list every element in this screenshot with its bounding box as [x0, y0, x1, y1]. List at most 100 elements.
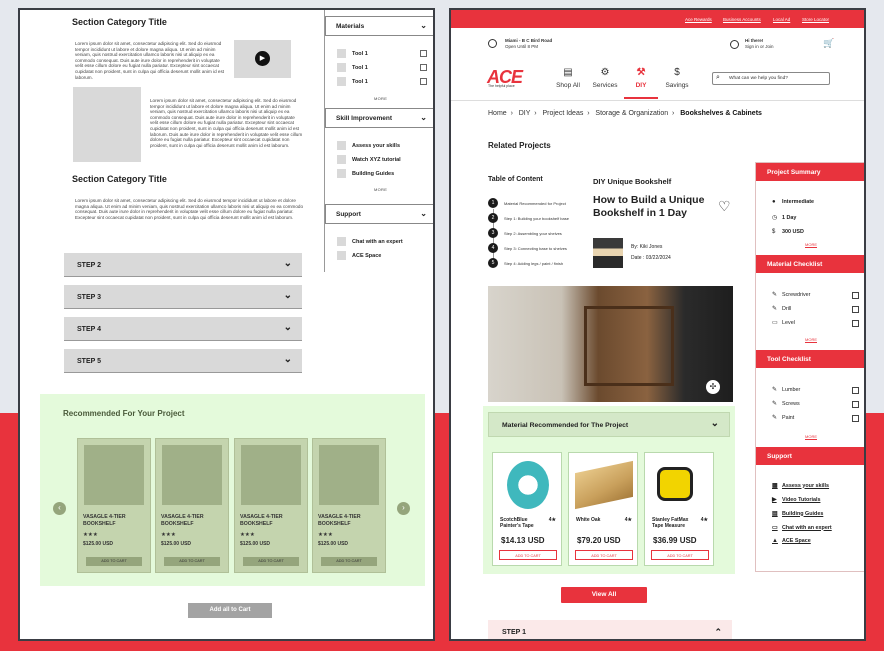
skill-header[interactable]: Skill Improvement ⌄ [325, 108, 433, 128]
chevron-right-icon[interactable]: › [397, 502, 410, 515]
search-input[interactable]: What can we help you find? [712, 72, 830, 85]
tool-checkbox[interactable] [420, 50, 427, 57]
step-1-accordion[interactable]: STEP 1 ⌃ [488, 620, 732, 639]
material-checkbox[interactable] [852, 292, 859, 299]
chevron-down-icon: ⌄ [420, 209, 427, 218]
material-card[interactable]: White Oak 4★ $79.20 USD ADD TO CART [568, 452, 638, 566]
cart-icon[interactable]: 🛒 [823, 38, 834, 49]
nav-diy[interactable]: ⚒ DIY [621, 67, 661, 89]
step-accordion[interactable]: STEP 3 ⌄ [64, 285, 302, 309]
search-icon: ⌕ [716, 74, 720, 81]
sign-in-link[interactable]: Sign in or Join [745, 44, 774, 49]
toc-item[interactable]: 4 Step 3: Connecting base to shelves [488, 243, 567, 253]
product-card[interactable]: VASAGLE 4-TIER BOOKSHELF ★★★ $125.00 USD… [155, 438, 229, 573]
add-to-cart-button[interactable]: ADD TO CART [499, 550, 557, 560]
product-image [241, 445, 301, 505]
related-projects-title[interactable]: Related Projects [488, 141, 551, 150]
support-link[interactable]: ▲ ACE Space [772, 538, 811, 544]
top-link[interactable]: Ace Rewards [685, 17, 712, 22]
play-icon[interactable]: ▶ [255, 51, 270, 66]
material-rating: 4★ [700, 517, 708, 523]
more-link[interactable]: MORE [374, 187, 387, 192]
add-to-cart-button[interactable]: ADD TO CART [575, 550, 633, 560]
materials-header[interactable]: Materials ⌄ [325, 16, 433, 36]
step-accordion[interactable]: STEP 2 ⌄ [64, 253, 302, 277]
support-item[interactable]: Chat with an expert [337, 237, 403, 246]
more-link[interactable]: MORE [805, 434, 817, 439]
video-icon: ▶ [772, 497, 777, 503]
more-link[interactable]: MORE [805, 337, 817, 342]
tool-label: Paint [782, 414, 795, 421]
tool-label: Screws [782, 400, 800, 407]
toc-number: 1 [488, 198, 498, 208]
chevron-left-icon[interactable]: ‹ [53, 502, 66, 515]
material-card[interactable]: Stanley FatMax Tape Measure 4★ $36.99 US… [644, 452, 714, 566]
tool-item: Tool 1 [337, 63, 368, 72]
breadcrumb-item[interactable]: Storage & Organization [595, 110, 668, 117]
product-card[interactable]: VASAGLE 4-TIER BOOKSHELF ★★★ $125.00 USD… [312, 438, 386, 573]
tool-checkbox[interactable] [852, 415, 859, 422]
tool-checkbox[interactable] [852, 387, 859, 394]
more-link[interactable]: MORE [805, 242, 817, 247]
support-link[interactable]: ▤ Building Guides [772, 510, 823, 518]
product-price: $125.00 USD [83, 541, 114, 547]
add-to-cart-button[interactable]: ADD TO CART [86, 557, 142, 566]
step-accordion[interactable]: STEP 4 ⌄ [64, 317, 302, 341]
wood-image [575, 460, 633, 510]
material-checkbox[interactable] [852, 306, 859, 313]
material-item: ▭ Level [772, 319, 795, 327]
skill-item[interactable]: Building Guides [337, 169, 394, 178]
product-card[interactable]: VASAGLE 4-TIER BOOKSHELF ★★★ $125.00 USD… [77, 438, 151, 573]
add-all-to-cart-button[interactable]: Add all to Cart [188, 603, 272, 618]
toc-item[interactable]: 5 Step 4: Adding legs / paint / finish [488, 258, 563, 268]
ace-page: Ace Rewards Business Accounts Local Ad S… [449, 8, 866, 641]
top-link[interactable]: Local Ad [773, 17, 790, 22]
summary-header: Project Summary [756, 163, 864, 181]
support-header[interactable]: Support ⌄ [325, 204, 433, 224]
heart-icon[interactable]: ♡ [718, 198, 731, 215]
tool-checkbox[interactable] [420, 64, 427, 71]
tool-checkbox[interactable] [420, 78, 427, 85]
nav-savings[interactable]: $ Savings [657, 67, 697, 89]
support-link[interactable]: ▶ Video Tutorials [772, 496, 820, 504]
author-avatar [593, 238, 623, 268]
support-item[interactable]: ACE Space [337, 251, 381, 260]
product-card[interactable]: VASAGLE 4-TIER BOOKSHELF ★★★ $125.00 USD… [234, 438, 308, 573]
material-recommended-header[interactable]: Material Recommended for The Project ⌄ [488, 412, 730, 437]
wireframe-page: Section Category Title Lorem ipsum dolor… [18, 8, 435, 641]
store-name[interactable]: Miami - B C Bird Road [505, 38, 552, 43]
add-to-cart-button[interactable]: ADD TO CART [164, 557, 220, 566]
material-card[interactable]: ScotchBlue Painter's Tape 4★ $14.13 USD … [492, 452, 562, 566]
material-rating: 4★ [624, 517, 632, 523]
tool-checkbox[interactable] [852, 401, 859, 408]
support-link[interactable]: ▦ Assess your skills [772, 482, 829, 490]
add-to-cart-button[interactable]: ADD TO CART [243, 557, 299, 566]
nav-services[interactable]: ⚙ Services [585, 67, 625, 89]
step-accordion[interactable]: STEP 5 ⌄ [64, 349, 302, 373]
video-placeholder[interactable]: ▶ [234, 40, 291, 78]
material-checkbox[interactable] [852, 320, 859, 327]
toc-label: Step 3: Connecting base to shelves [504, 245, 567, 251]
support-label: Chat with an expert [782, 524, 832, 531]
support-link[interactable]: ▭ Chat with an expert [772, 524, 832, 532]
view-all-button[interactable]: View All [561, 587, 647, 603]
toc-item[interactable]: 1 Material Recommended for Project [488, 198, 566, 208]
material-price: $79.20 USD [577, 536, 621, 545]
toc-item[interactable]: 3 Step 2: Assembling your shelves [488, 228, 562, 238]
add-to-cart-button[interactable]: ADD TO CART [651, 550, 709, 560]
toc-item[interactable]: 2 Step 1: Building your bookshelf base [488, 213, 569, 223]
skill-item[interactable]: Watch XYZ tutorial [337, 155, 401, 164]
top-link[interactable]: Store Locator [802, 17, 829, 22]
nav-shop-all[interactable]: ▤ Shop All [548, 67, 588, 89]
breadcrumb-item[interactable]: Home [488, 110, 507, 117]
add-to-cart-button[interactable]: ADD TO CART [321, 557, 377, 566]
breadcrumb-item[interactable]: Project Ideas [542, 110, 583, 117]
product-price: $125.00 USD [240, 541, 271, 547]
skill-item[interactable]: Assess your skills [337, 141, 400, 150]
product-price: $125.00 USD [318, 541, 349, 547]
expand-icon[interactable]: ✣ [706, 380, 720, 394]
material-price: $14.13 USD [501, 536, 545, 545]
more-link[interactable]: MORE [374, 96, 387, 101]
top-link[interactable]: Business Accounts [723, 17, 761, 22]
breadcrumb-item[interactable]: DIY [519, 110, 531, 117]
